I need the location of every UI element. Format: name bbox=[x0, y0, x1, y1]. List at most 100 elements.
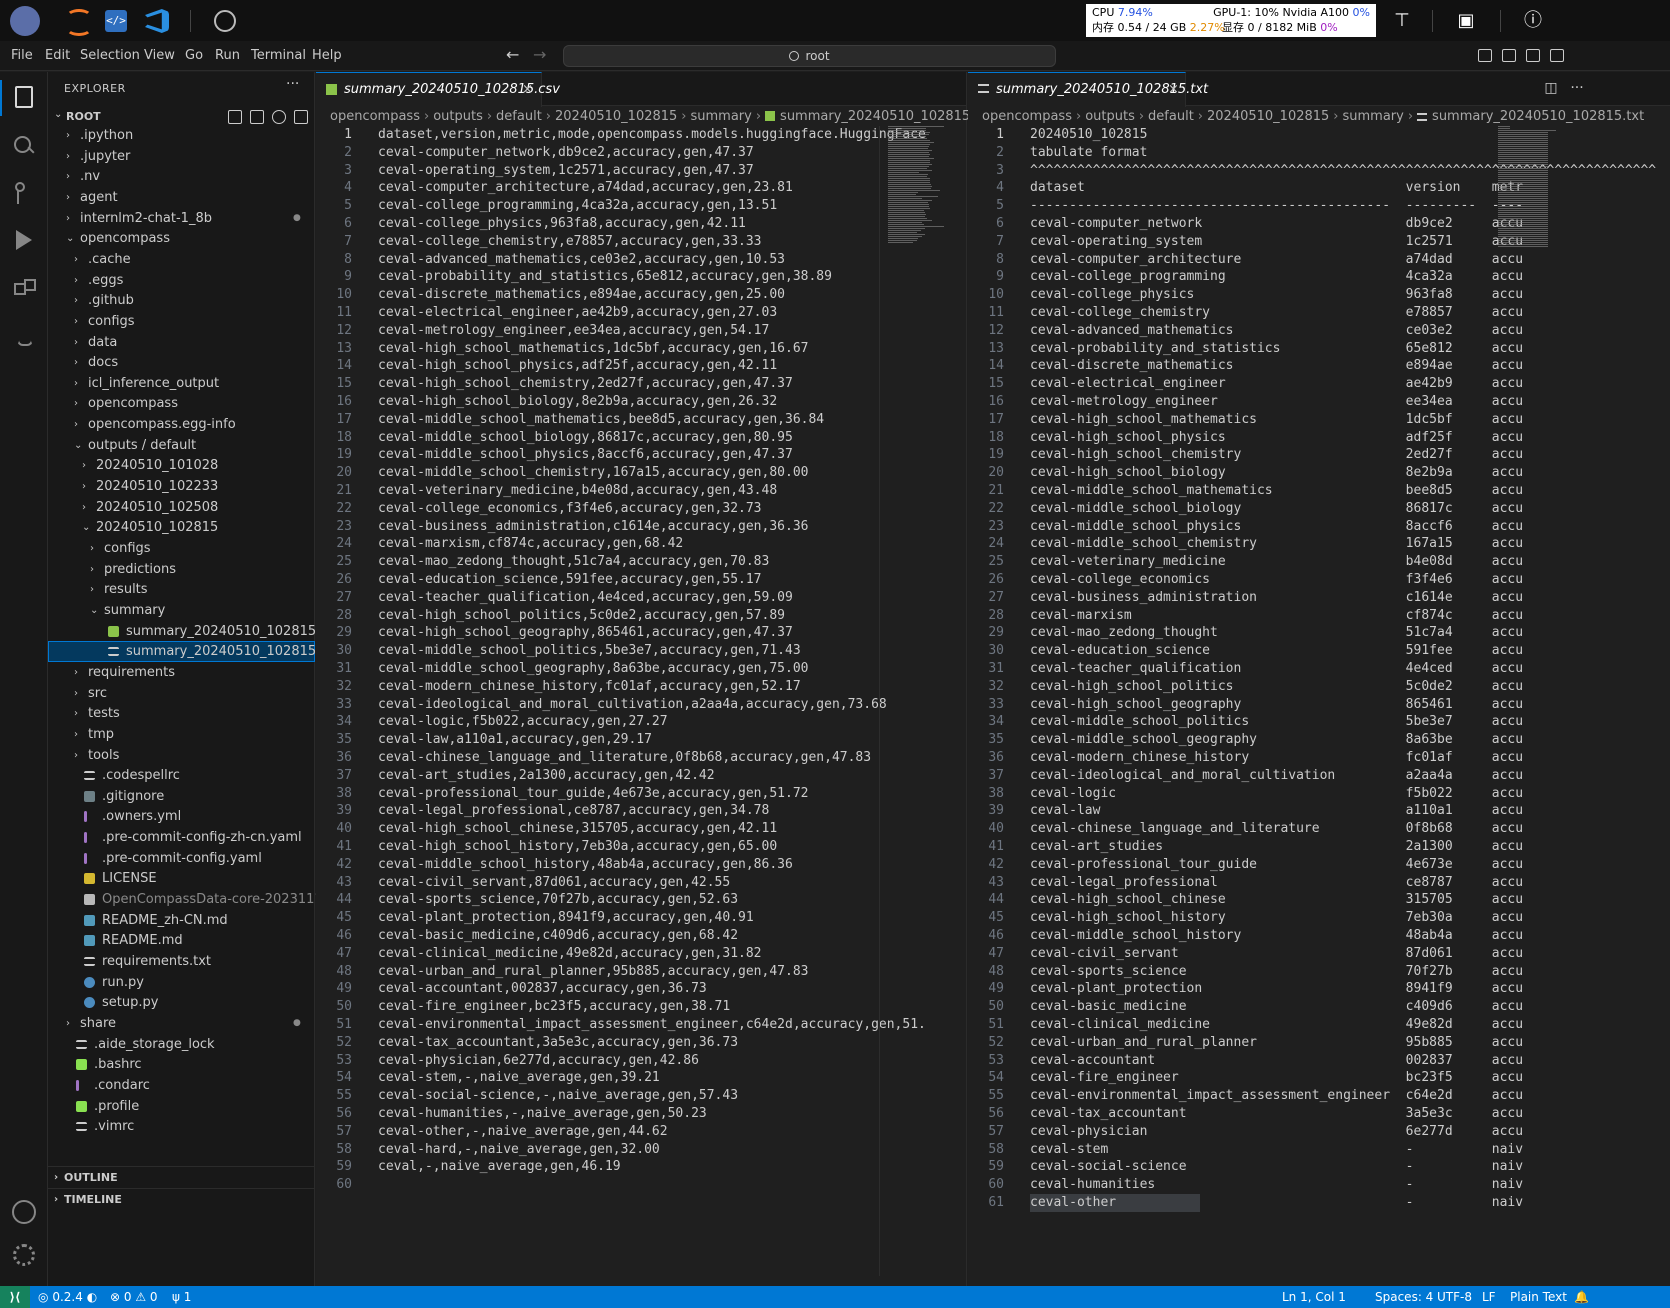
line-ending[interactable]: LF bbox=[1482, 1286, 1496, 1308]
search-icon[interactable] bbox=[12, 134, 36, 158]
source-control-icon[interactable] bbox=[12, 182, 36, 206]
code-line[interactable]: ceval-marxism,cf874c,accuracy,gen,68.42 bbox=[378, 535, 683, 553]
code-line[interactable]: ceval-social-science,-,naive_average,gen… bbox=[378, 1087, 738, 1105]
code-line[interactable]: ceval-metrology_engineer,ee34ea,accuracy… bbox=[378, 322, 769, 340]
code-line[interactable]: ceval-art_studies 2a1300 accu bbox=[1030, 838, 1523, 856]
code-line[interactable]: ceval-marxism cf874c accu bbox=[1030, 607, 1523, 625]
tree-item[interactable]: .owners.yml bbox=[48, 806, 315, 827]
tree-item[interactable]: .pre-commit-config-zh-cn.yaml bbox=[48, 827, 315, 848]
encoding[interactable]: UTF-8 bbox=[1437, 1286, 1472, 1308]
tensorflow-icon[interactable]: ⊤ bbox=[1389, 8, 1415, 34]
tree-item[interactable]: › src bbox=[48, 683, 315, 704]
tree-item[interactable]: › requirements bbox=[48, 662, 315, 683]
minimap[interactable] bbox=[886, 126, 950, 246]
forward-arrow-icon[interactable]: → bbox=[533, 45, 546, 64]
extensions-icon[interactable] bbox=[12, 277, 36, 301]
code-line[interactable]: ceval-social-science - naiv bbox=[1030, 1158, 1523, 1176]
new-folder-icon[interactable] bbox=[250, 110, 264, 124]
collapse-all-icon[interactable] bbox=[294, 110, 308, 124]
code-line[interactable]: ceval-professional_tour_guide,4e673e,acc… bbox=[378, 785, 808, 803]
remote-indicator-icon[interactable]: ⟩⟨ bbox=[0, 1286, 30, 1308]
code-line[interactable]: ceval-teacher_qualification,4e4ced,accur… bbox=[378, 589, 793, 607]
code-line[interactable]: ceval-high_school_chinese,315705,accurac… bbox=[378, 820, 777, 838]
code-editor-icon[interactable]: </> bbox=[105, 10, 127, 32]
code-line[interactable]: ceval-computer_architecture a74dad accu bbox=[1030, 251, 1523, 269]
code-line[interactable]: ceval-environmental_impact_assessment_en… bbox=[378, 1016, 926, 1034]
code-line[interactable]: ceval-chinese_language_and_literature 0f… bbox=[1030, 820, 1523, 838]
code-line[interactable]: ceval-college_chemistry e78857 accu bbox=[1030, 304, 1523, 322]
explorer-icon[interactable] bbox=[15, 86, 33, 108]
minimap[interactable] bbox=[1496, 126, 1560, 566]
tree-item[interactable]: .codespellrc bbox=[48, 765, 315, 786]
code-line[interactable]: ceval-sports_science,70f27b,accuracy,gen… bbox=[378, 891, 738, 909]
code-line[interactable]: ceval-fire_engineer bc23f5 accu bbox=[1030, 1069, 1523, 1087]
code-line[interactable]: ceval-tax_accountant 3a5e3c accu bbox=[1030, 1105, 1523, 1123]
code-line[interactable]: ceval-accountant 002837 accu bbox=[1030, 1052, 1523, 1070]
tree-item[interactable]: ⌄ 20240510_102815 bbox=[48, 517, 315, 538]
cursor-position[interactable]: Ln 1, Col 1 bbox=[1282, 1286, 1346, 1308]
code-line[interactable]: ceval-college_programming 4ca32a accu bbox=[1030, 268, 1523, 286]
toggle-secondary-sidebar-icon[interactable] bbox=[1526, 49, 1540, 62]
menu-terminal[interactable]: Terminal bbox=[251, 48, 306, 63]
code-line[interactable]: ceval-mao_zedong_thought,51c7a4,accuracy… bbox=[378, 553, 769, 571]
toggle-primary-sidebar-icon[interactable] bbox=[1478, 49, 1492, 62]
tree-item[interactable]: .pre-commit-config.yaml bbox=[48, 848, 315, 869]
close-icon[interactable]: × bbox=[1168, 73, 1179, 106]
code-line[interactable]: ceval-college_economics,f3f4e6,accuracy,… bbox=[378, 500, 762, 518]
code-line[interactable]: ceval-computer_network db9ce2 accu bbox=[1030, 215, 1523, 233]
tree-item[interactable]: › 20240510_102233 bbox=[48, 476, 315, 497]
tree-item[interactable]: .aide_storage_lock bbox=[48, 1034, 315, 1055]
code-line[interactable]: ceval-high_school_history,7eb30a,accurac… bbox=[378, 838, 777, 856]
code-line[interactable]: ceval-physician,6e277d,accuracy,gen,42.8… bbox=[378, 1052, 699, 1070]
code-line[interactable]: ceval-high_school_politics,5c0de2,accura… bbox=[378, 607, 785, 625]
outline-section[interactable]: › OUTLINE bbox=[48, 1166, 315, 1188]
code-line[interactable]: ceval-middle_school_geography,8a63be,acc… bbox=[378, 660, 808, 678]
monitor-icon[interactable]: ▣ bbox=[1453, 8, 1479, 34]
code-line[interactable]: ceval-advanced_mathematics,ce03e2,accura… bbox=[378, 251, 785, 269]
code-line[interactable]: ceval-computer_network,db9ce2,accuracy,g… bbox=[378, 144, 754, 162]
code-line[interactable]: ceval-plant_protection 8941f9 accu bbox=[1030, 980, 1523, 998]
code-line[interactable]: ceval-middle_school_biology 86817c accu bbox=[1030, 500, 1523, 518]
account-icon[interactable] bbox=[12, 1200, 36, 1224]
tree-item[interactable]: › opencompass.egg-info bbox=[48, 414, 315, 435]
code-line[interactable]: ceval-discrete_mathematics,e894ae,accura… bbox=[378, 286, 785, 304]
code-line[interactable]: ceval-electrical_engineer ae42b9 accu bbox=[1030, 375, 1523, 393]
language-mode[interactable]: Plain Text bbox=[1510, 1286, 1567, 1308]
code-line[interactable]: ceval-college_economics f3f4e6 accu bbox=[1030, 571, 1523, 589]
code-line[interactable]: ceval-art_studies,2a1300,accuracy,gen,42… bbox=[378, 767, 715, 785]
code-line[interactable]: ceval-environmental_impact_assessment_en… bbox=[1030, 1087, 1523, 1105]
menu-selection[interactable]: Selection bbox=[80, 48, 140, 63]
tree-item[interactable]: ⌄ outputs / default bbox=[48, 435, 315, 456]
indentation[interactable]: Spaces: 4 bbox=[1375, 1286, 1433, 1308]
code-line[interactable]: ceval-college_physics,963fa8,accuracy,ge… bbox=[378, 215, 746, 233]
code-line[interactable]: ^^^^^^^^^^^^^^^^^^^^^^^^^^^^^^^^^^^^^^^^… bbox=[1030, 162, 1656, 180]
code-line[interactable]: ceval-high_school_politics 5c0de2 accu bbox=[1030, 678, 1523, 696]
code-line[interactable]: ceval-stem - naiv bbox=[1030, 1141, 1523, 1159]
tree-item[interactable]: › tools bbox=[48, 745, 315, 766]
breadcrumb-item[interactable]: opencompass bbox=[982, 109, 1072, 124]
code-line[interactable]: ceval-law,a110a1,accuracy,gen,29.17 bbox=[378, 731, 652, 749]
code-line[interactable]: ceval-high_school_chemistry 2ed27f accu bbox=[1030, 446, 1523, 464]
code-line[interactable]: ceval-computer_architecture,a74dad,accur… bbox=[378, 179, 793, 197]
tree-item[interactable]: › configs bbox=[48, 311, 315, 332]
code-line[interactable]: ceval-tax_accountant,3a5e3c,accuracy,gen… bbox=[378, 1034, 738, 1052]
menu-help[interactable]: Help bbox=[312, 48, 342, 63]
tree-item[interactable]: › .eggs bbox=[48, 270, 315, 291]
code-line[interactable]: ceval-legal_professional ce8787 accu bbox=[1030, 874, 1523, 892]
code-line[interactable]: ceval-college_programming,4ca32a,accurac… bbox=[378, 197, 777, 215]
tree-item[interactable]: › data bbox=[48, 332, 315, 353]
tree-item[interactable]: ⌄ summary bbox=[48, 600, 315, 621]
tree-item[interactable]: › opencompass bbox=[48, 393, 315, 414]
code-line[interactable]: tabulate format bbox=[1030, 144, 1147, 162]
code-line[interactable]: ceval-stem,-,naive_average,gen,39.21 bbox=[378, 1069, 660, 1087]
code-line[interactable]: ceval-education_science 591fee accu bbox=[1030, 642, 1523, 660]
tree-item[interactable]: › results bbox=[48, 579, 315, 600]
tree-item[interactable]: › 20240510_102508 bbox=[48, 497, 315, 518]
tree-item[interactable]: › .github bbox=[48, 290, 315, 311]
tree-item[interactable]: › share ● bbox=[48, 1013, 315, 1034]
menu-file[interactable]: File bbox=[11, 48, 33, 63]
code-line[interactable]: ceval-middle_school_history 48ab4a accu bbox=[1030, 927, 1523, 945]
code-line[interactable]: ceval-logic f5b022 accu bbox=[1030, 785, 1523, 803]
code-line[interactable]: ceval-operating_system 1c2571 accu bbox=[1030, 233, 1523, 251]
code-line[interactable]: ceval,-,naive_average,gen,46.19 bbox=[378, 1158, 621, 1176]
